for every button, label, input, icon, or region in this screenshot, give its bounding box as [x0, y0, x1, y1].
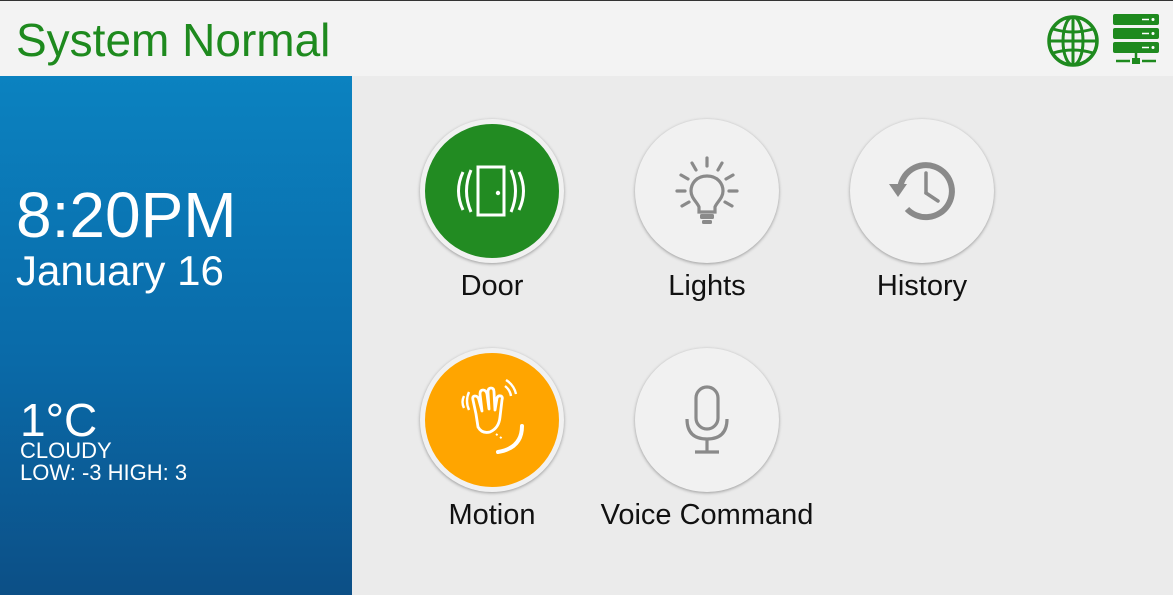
voice-command-label: Voice Command — [600, 499, 814, 531]
history-tile[interactable]: History — [822, 119, 1022, 309]
system-status-title: System Normal — [16, 14, 331, 66]
door-button[interactable] — [420, 119, 564, 263]
history-clock-icon — [889, 162, 955, 221]
top-bar: System Normal — [0, 0, 1173, 76]
history-label: History — [876, 270, 968, 302]
lights-button[interactable] — [635, 119, 779, 263]
voice-command-button[interactable] — [635, 348, 779, 492]
lightbulb-icon — [675, 156, 739, 224]
info-sidebar: 8:20PM January 16 1°C CLOUDY LOW: -3 HIG… — [0, 76, 352, 595]
door-vibrate-icon — [457, 165, 525, 217]
microphone-icon — [685, 385, 729, 454]
voice-command-tile[interactable]: Voice Command — [601, 348, 813, 538]
motion-button[interactable] — [420, 348, 564, 492]
server-icon[interactable] — [1112, 13, 1160, 67]
door-tile[interactable]: Door — [392, 119, 592, 309]
lights-tile[interactable]: Lights — [607, 119, 807, 309]
current-time: 8:20PM — [16, 179, 237, 251]
weather-low-high: LOW: -3 HIGH: 3 — [20, 460, 188, 485]
history-button[interactable] — [850, 119, 994, 263]
globe-icon[interactable] — [1046, 14, 1100, 68]
motion-tile[interactable]: Motion — [392, 348, 592, 538]
waving-hand-icon — [461, 378, 524, 454]
current-date: January 16 — [16, 247, 224, 294]
